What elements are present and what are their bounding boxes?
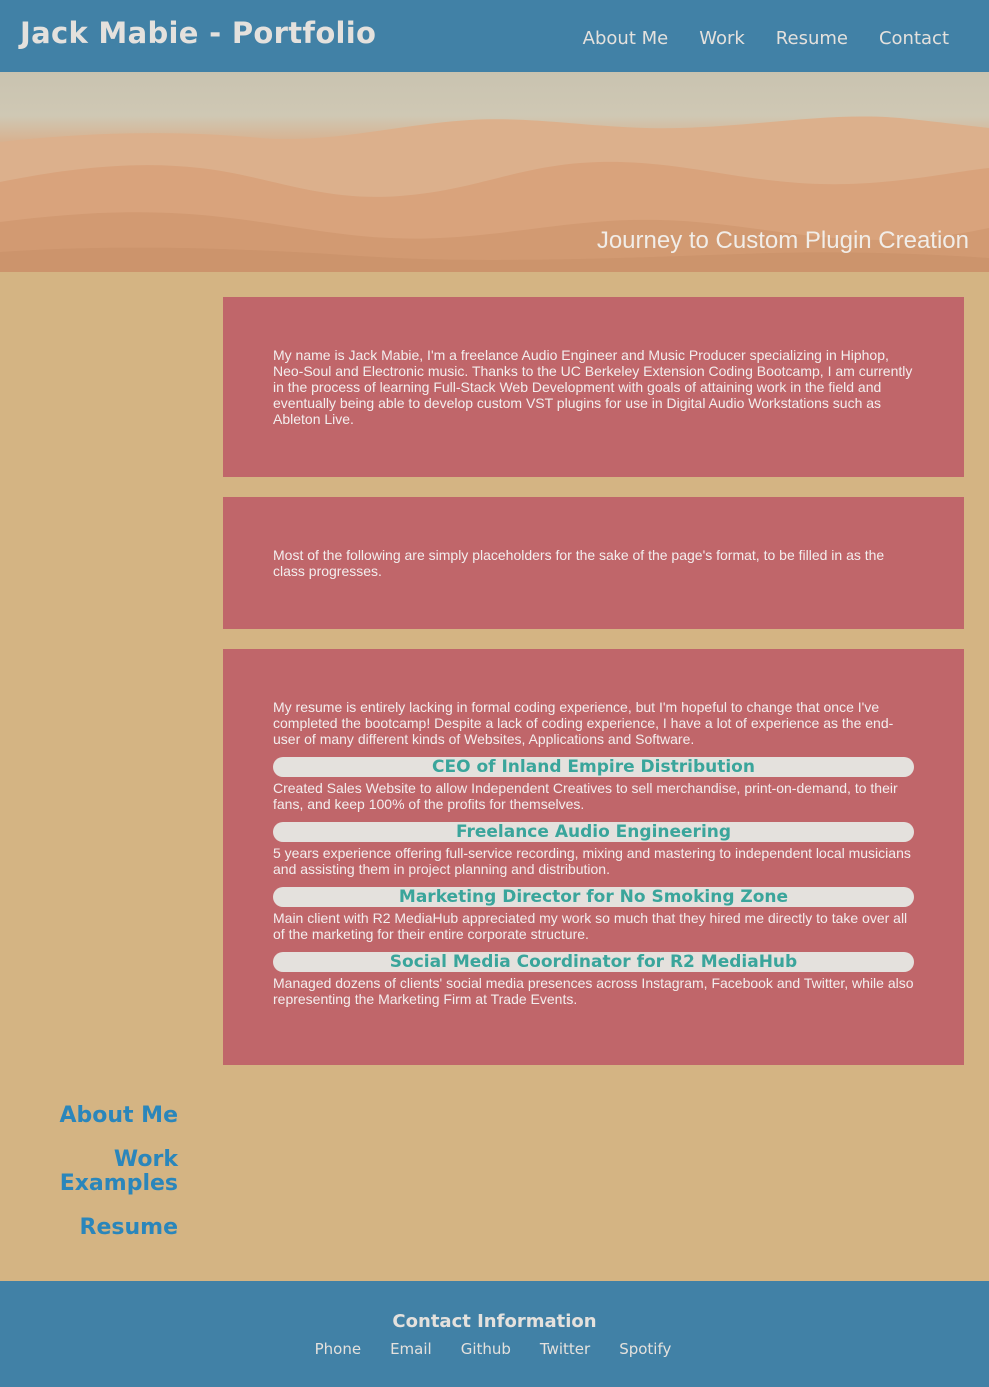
- resume-section: My resume is entirely lacking in formal …: [223, 649, 964, 1065]
- resume-item-title: CEO of Inland Empire Distribution: [273, 757, 914, 777]
- hero-banner: Journey to Custom Plugin Creation: [0, 72, 989, 272]
- resume-item: Social Media Coordinator for R2 MediaHub…: [273, 952, 914, 1007]
- resume-item: Marketing Director for No Smoking Zone M…: [273, 887, 914, 942]
- nav-link-contact[interactable]: Contact: [879, 28, 949, 49]
- resume-item-desc: Main client with R2 MediaHub appreciated…: [273, 910, 908, 942]
- footer-link-phone[interactable]: Phone: [315, 1340, 361, 1358]
- footer-links: Phone Email Github Twitter Spotify: [0, 1340, 989, 1358]
- footer-link-email[interactable]: Email: [390, 1340, 432, 1358]
- site-footer: Contact Information Phone Email Github T…: [0, 1281, 989, 1387]
- resume-intro: My resume is entirely lacking in formal …: [273, 699, 894, 747]
- site-title: Jack Mabie - Portfolio: [20, 16, 377, 50]
- footer-title: Contact Information: [392, 1311, 597, 1332]
- site-header: Jack Mabie - Portfolio About Me Work Res…: [0, 0, 989, 72]
- footer-link-github[interactable]: Github: [461, 1340, 511, 1358]
- about-text: My name is Jack Mabie, I'm a freelance A…: [273, 347, 913, 427]
- side-nav-about-me[interactable]: About Me: [40, 1104, 178, 1128]
- resume-item: Freelance Audio Engineering 5 years expe…: [273, 822, 914, 877]
- work-section: Most of the following are simply placeho…: [223, 497, 964, 629]
- resume-item: CEO of Inland Empire Distribution Create…: [273, 757, 914, 812]
- footer-link-spotify[interactable]: Spotify: [619, 1340, 671, 1358]
- nav-link-work[interactable]: Work: [699, 28, 745, 49]
- side-nav: About Me Work Examples Resume: [40, 1104, 178, 1260]
- nav-link-resume[interactable]: Resume: [776, 28, 848, 49]
- resume-item-desc: Created Sales Website to allow Independe…: [273, 780, 898, 812]
- side-nav-resume[interactable]: Resume: [40, 1216, 178, 1240]
- footer-link-twitter[interactable]: Twitter: [540, 1340, 590, 1358]
- work-text: Most of the following are simply placeho…: [273, 547, 885, 579]
- resume-item-title: Freelance Audio Engineering: [273, 822, 914, 842]
- about-section: My name is Jack Mabie, I'm a freelance A…: [223, 297, 964, 477]
- side-nav-work-examples[interactable]: Work Examples: [40, 1148, 178, 1196]
- resume-item-title: Marketing Director for No Smoking Zone: [273, 887, 914, 907]
- resume-item-title: Social Media Coordinator for R2 MediaHub: [273, 952, 914, 972]
- hero-caption: Journey to Custom Plugin Creation: [596, 227, 969, 254]
- top-nav: About Me Work Resume Contact: [583, 28, 949, 49]
- resume-item-desc: Managed dozens of clients' social media …: [273, 975, 914, 1007]
- nav-link-about-me[interactable]: About Me: [583, 28, 669, 49]
- resume-item-desc: 5 years experience offering full-service…: [273, 845, 911, 877]
